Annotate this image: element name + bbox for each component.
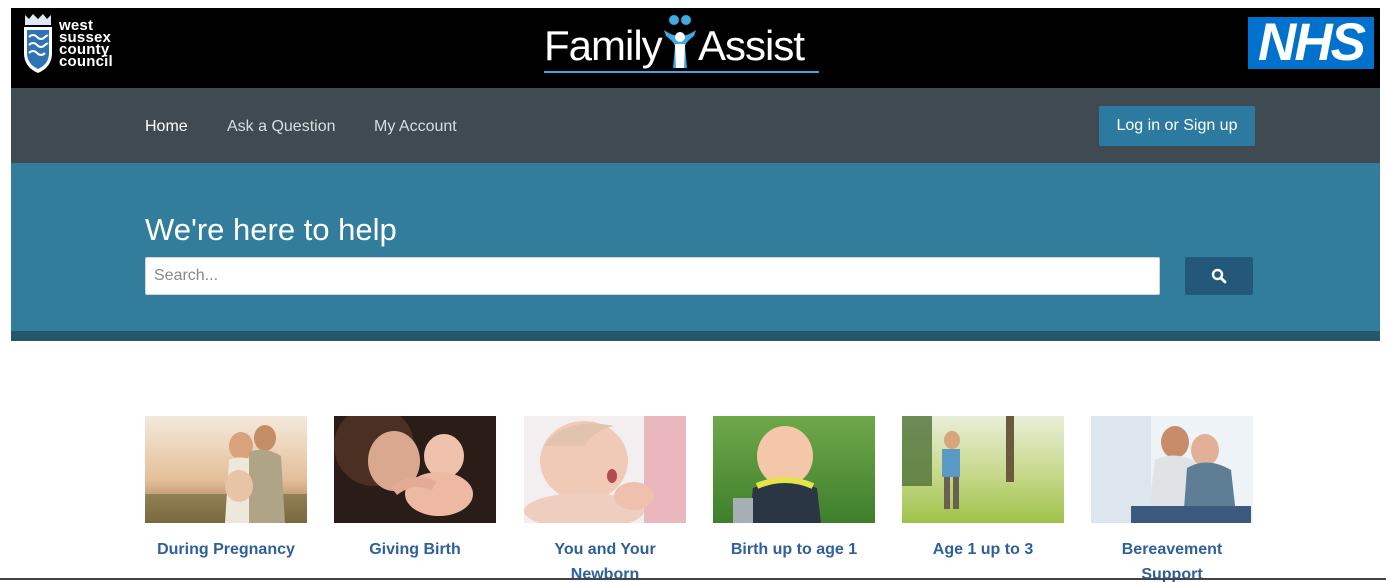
category-label: Giving Birth	[369, 541, 461, 558]
nav-ask-a-question[interactable]: Ask a Question	[227, 118, 336, 136]
category-label: Bereavement Support	[1121, 541, 1223, 582]
login-signup-button[interactable]: Log in or Sign up	[1099, 106, 1255, 146]
consoling-couple-photo	[1091, 416, 1253, 523]
category-age-1-up-to-3[interactable]: Age 1 up to 3	[902, 416, 1064, 562]
category-label: You and Your Newborn	[554, 541, 656, 582]
site-header: west sussex county council Family Assist…	[11, 8, 1380, 341]
council-name: west sussex county council	[59, 17, 113, 70]
brand-family: Family	[544, 22, 663, 69]
council-shield-icon	[24, 14, 52, 73]
hero-section: We're here to help	[11, 163, 1380, 331]
mother-newborn-photo	[334, 416, 496, 523]
category-bereavement-support[interactable]: Bereavement Support	[1091, 416, 1253, 582]
hero-title: We're here to help	[145, 212, 397, 247]
top-banner: west sussex county council Family Assist…	[11, 8, 1380, 88]
family-assist-logo[interactable]: Family Assist	[544, 14, 819, 78]
nav-home[interactable]: Home	[145, 118, 188, 136]
toddler-walking-park-photo	[902, 416, 1064, 523]
search-input[interactable]	[145, 257, 1160, 295]
brand-underline	[544, 71, 819, 73]
hero-bottom-strip	[11, 331, 1380, 341]
category-label: During Pregnancy	[157, 541, 295, 558]
family-figure-icon	[664, 15, 696, 68]
category-you-and-your-newborn[interactable]: You and Your Newborn	[524, 416, 686, 582]
search-button[interactable]	[1185, 257, 1253, 295]
category-during-pregnancy[interactable]: During Pregnancy	[145, 416, 307, 562]
category-giving-birth[interactable]: Giving Birth	[334, 416, 496, 562]
search-icon	[1211, 268, 1227, 284]
brand-assist: Assist	[698, 22, 805, 69]
pregnant-couple-photo	[145, 416, 307, 523]
category-birth-up-to-age-1[interactable]: Birth up to age 1	[713, 416, 875, 562]
smiling-baby-grass-photo	[713, 416, 875, 523]
newborn-baby-photo	[524, 416, 686, 523]
page-bottom-divider	[0, 578, 1386, 580]
main-nav: Home Ask a Question My Account Log in or…	[11, 88, 1380, 163]
category-label: Age 1 up to 3	[932, 541, 1034, 558]
category-label: Birth up to age 1	[730, 541, 858, 558]
west-sussex-county-council-logo[interactable]: west sussex county council	[21, 12, 113, 76]
nav-my-account[interactable]: My Account	[374, 118, 457, 136]
nhs-logo[interactable]: NHS	[1248, 16, 1374, 69]
